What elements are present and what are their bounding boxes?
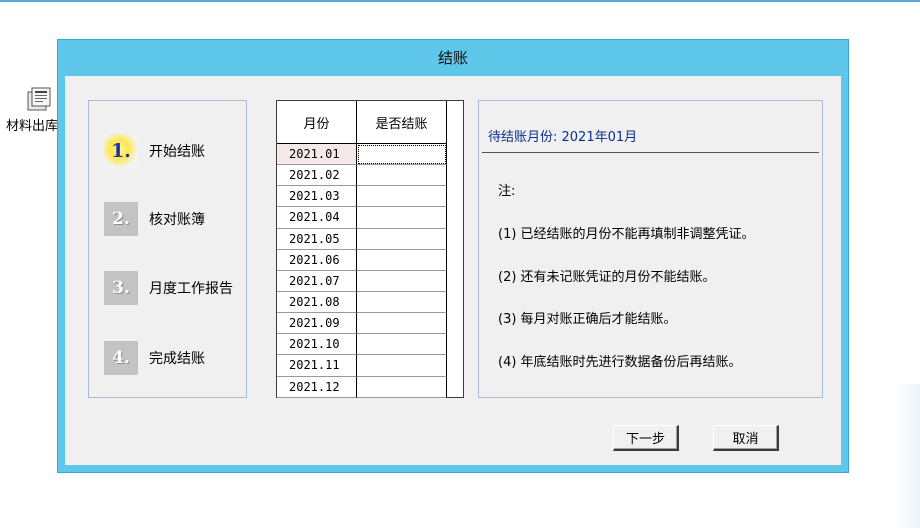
background-window-edge xyxy=(892,384,920,528)
table-row[interactable]: 2021.04 xyxy=(277,207,447,229)
closed-cell[interactable] xyxy=(357,355,447,377)
month-cell[interactable]: 2021.04 xyxy=(277,207,357,229)
step-monthly-report: 3. 月度工作报告 xyxy=(104,271,233,305)
note-item: (2) 还有未记账凭证的月份不能结账。 xyxy=(498,270,716,285)
month-cell[interactable]: 2021.02 xyxy=(277,165,357,187)
table-body: 2021.01 2021.02 2021.03 2021.04 2021.05 … xyxy=(277,144,447,398)
dialog-title: 结账 xyxy=(437,49,468,67)
closed-cell[interactable] xyxy=(357,291,447,314)
table-row[interactable]: 2021.03 xyxy=(277,186,447,208)
step-finish-closing: 4. 完成结账 xyxy=(104,341,205,375)
month-cell[interactable]: 2021.11 xyxy=(277,355,357,377)
closed-cell[interactable] xyxy=(357,270,447,292)
month-end-close-dialog: 结账 1. 开始结账 2. 核对账簿 3. 月度工作报告 4. 完成结账 月份 xyxy=(57,39,849,473)
closed-cell[interactable] xyxy=(357,334,447,356)
step-2-label: 核对账簿 xyxy=(149,212,205,228)
month-cell[interactable]: 2021.12 xyxy=(277,376,357,398)
step-4-label: 完成结账 xyxy=(149,351,205,367)
step-1-label: 开始结账 xyxy=(149,144,205,160)
closed-cell[interactable] xyxy=(357,144,447,166)
note-item: (4) 年底结账时先进行数据备份后再结账。 xyxy=(498,355,742,370)
cancel-button[interactable]: 取消 xyxy=(713,425,779,451)
pending-month-label: 待结账月份: 2021年01月 xyxy=(488,130,638,145)
closed-cell[interactable] xyxy=(357,313,447,335)
month-cell[interactable]: 2021.08 xyxy=(277,291,357,314)
closed-cell[interactable] xyxy=(357,207,447,229)
closed-cell[interactable] xyxy=(357,376,447,398)
closed-cell[interactable] xyxy=(357,249,447,271)
table-row[interactable]: 2021.05 xyxy=(277,228,447,250)
table-empty-area xyxy=(447,101,463,397)
info-panel: 待结账月份: 2021年01月 注: (1) 已经结账的月份不能再填制非调整凭证… xyxy=(478,100,823,398)
table-row[interactable]: 2021.01 xyxy=(277,144,447,166)
info-divider xyxy=(482,152,819,153)
month-cell[interactable]: 2021.06 xyxy=(277,249,357,271)
month-table[interactable]: 月份 是否结账 2021.01 2021.02 2021.03 2021.04 … xyxy=(276,100,464,398)
table-row[interactable]: 2021.06 xyxy=(277,249,447,271)
steps-panel: 1. 开始结账 2. 核对账簿 3. 月度工作报告 4. 完成结账 xyxy=(88,100,247,398)
table-row[interactable]: 2021.07 xyxy=(277,270,447,292)
next-step-button[interactable]: 下一步 xyxy=(613,425,679,451)
closed-cell[interactable] xyxy=(357,165,447,187)
month-cell[interactable]: 2021.03 xyxy=(277,186,357,208)
table-row[interactable]: 2021.08 xyxy=(277,291,447,314)
step-3-label: 月度工作报告 xyxy=(149,281,233,297)
month-cell[interactable]: 2021.07 xyxy=(277,270,357,292)
closed-cell[interactable] xyxy=(357,186,447,208)
note-item: (3) 每月对账正确后才能结账。 xyxy=(498,312,677,327)
table-row[interactable]: 2021.10 xyxy=(277,334,447,356)
column-header-closed[interactable]: 是否结账 xyxy=(357,101,447,143)
month-cell[interactable]: 2021.10 xyxy=(277,334,357,356)
column-header-month[interactable]: 月份 xyxy=(277,101,357,143)
step-4-number-icon: 4. xyxy=(104,341,138,375)
closed-cell[interactable] xyxy=(357,228,447,250)
month-cell[interactable]: 2021.05 xyxy=(277,228,357,250)
table-row[interactable]: 2021.02 xyxy=(277,165,447,187)
top-border-line xyxy=(0,0,920,2)
step-2-number-icon: 2. xyxy=(104,202,138,236)
table-header: 月份 是否结账 xyxy=(277,101,447,144)
step-start-closing: 1. 开始结账 xyxy=(104,134,205,168)
note-item: (1) 已经结账的月份不能再填制非调整凭证。 xyxy=(498,227,755,242)
notes-title: 注: xyxy=(498,184,516,199)
folder-document-icon xyxy=(27,87,51,111)
month-cell[interactable]: 2021.09 xyxy=(277,313,357,335)
desktop-shortcut-label: 材料出库 xyxy=(6,119,59,134)
step-check-ledgers: 2. 核对账簿 xyxy=(104,202,205,236)
table-row[interactable]: 2021.12 xyxy=(277,376,447,398)
step-3-number-icon: 3. xyxy=(104,271,138,305)
step-1-number-icon: 1. xyxy=(104,134,138,168)
table-row[interactable]: 2021.09 xyxy=(277,313,447,335)
month-cell[interactable]: 2021.01 xyxy=(277,144,357,166)
table-row[interactable]: 2021.11 xyxy=(277,355,447,377)
dialog-client-area: 1. 开始结账 2. 核对账簿 3. 月度工作报告 4. 完成结账 月份 是否结… xyxy=(65,76,841,465)
